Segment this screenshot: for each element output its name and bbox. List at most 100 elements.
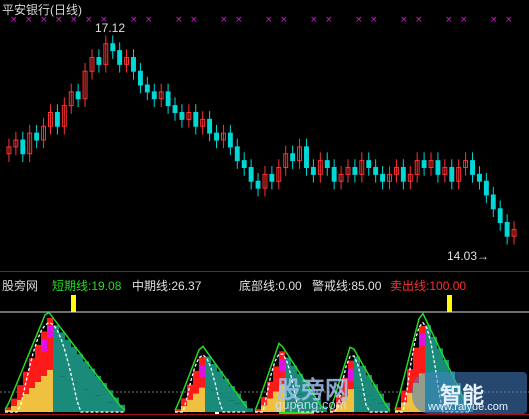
oscillator-block (23, 393, 29, 412)
legend-bottom: 底部线:0.00 (239, 277, 302, 294)
signal-bar (447, 295, 452, 312)
candle-body (366, 160, 372, 168)
candle-body (304, 146, 309, 168)
signal-marker: × (370, 15, 378, 25)
candle-body (497, 208, 503, 223)
candle-body (255, 180, 261, 189)
legend-short-term-value: 19.08 (91, 279, 122, 293)
candle-body (227, 132, 233, 148)
candle-body (131, 57, 136, 72)
oscillator-block (113, 397, 119, 406)
signal-marker: × (265, 15, 273, 25)
signal-marker: × (85, 15, 93, 25)
candle-body (373, 167, 379, 175)
signal-marker: × (190, 15, 198, 25)
candle-body (207, 118, 213, 134)
candle-body (96, 57, 102, 65)
oscillator-block (59, 376, 65, 412)
signal-marker: × (505, 15, 513, 25)
chart-title: 平安银行(日线) (2, 3, 82, 17)
signal-bar (71, 295, 76, 312)
candle-body (483, 180, 489, 196)
candle-body (380, 173, 386, 182)
signal-marker: × (220, 15, 228, 25)
oscillator-block (193, 370, 199, 394)
candle-body (179, 112, 185, 120)
legend-short-term: 短期线:19.08 (52, 277, 121, 294)
candle-body (400, 167, 406, 182)
candle-body (20, 139, 26, 155)
signal-marker: × (175, 15, 183, 25)
signal-marker: × (490, 15, 498, 25)
legend-sell-label: 卖出线: (390, 279, 430, 293)
signal-marker: × (130, 15, 138, 25)
low-price-label: 14.03→ (447, 249, 490, 263)
candle-body (421, 160, 427, 168)
oscillator-block (95, 395, 101, 412)
candle-body (193, 112, 199, 127)
legend-warning-label: 警戒线: (312, 279, 352, 293)
oscillator-block (360, 391, 366, 412)
oscillator-block (113, 405, 119, 412)
oscillator-block (419, 326, 425, 374)
candle-body (241, 160, 247, 168)
oscillator-block (211, 390, 217, 412)
candle-body (214, 132, 219, 141)
signal-marker: × (235, 15, 243, 25)
oscillator-block (65, 379, 71, 412)
oscillator-block (187, 384, 193, 400)
oscillator-block (89, 392, 95, 412)
signal-marker: × (325, 15, 333, 25)
oscillator-block (59, 332, 65, 377)
oscillator-block (223, 397, 229, 412)
oscillator-block (71, 346, 77, 383)
candle-body (54, 112, 60, 127)
candle-body (476, 173, 482, 182)
candle-body (165, 91, 171, 107)
oscillator-block (77, 354, 83, 386)
oscillator-block (47, 318, 53, 370)
oscillator-block (53, 372, 59, 412)
candle-body (331, 167, 337, 182)
oscillator-block (17, 399, 23, 412)
candle-body (248, 167, 254, 182)
oscillator-block (354, 356, 360, 388)
candle-body (504, 222, 510, 237)
candle-body (172, 105, 178, 113)
oscillator-block (199, 387, 205, 412)
logo-url: www.raiyue.com (428, 401, 509, 413)
stock-chart[interactable]: × × × × × × × × × × × × × × × × × × × × × × × × × (0, 0, 529, 419)
candle-body (117, 50, 123, 65)
oscillator-block (107, 402, 113, 412)
oscillator-block (47, 326, 53, 338)
oscillator-block (372, 399, 378, 412)
oscillator-block (229, 400, 235, 412)
candle-body (470, 160, 475, 175)
legend-short-term-label: 短期线: (52, 279, 92, 293)
high-price-label: 17.12 (95, 21, 126, 35)
legend-sell: 卖出线:100.00 (390, 277, 466, 294)
oscillator-block (247, 410, 253, 412)
legend-bottom-label: 底部线: (239, 279, 279, 293)
oscillator-block (267, 398, 273, 412)
oscillator-block (47, 369, 53, 412)
oscillator-block (29, 358, 35, 388)
oscillator-block (217, 371, 223, 394)
signal-marker: × (445, 15, 453, 25)
candle-body (449, 167, 455, 182)
bottom-axis-line (0, 414, 529, 415)
candle-body (137, 70, 143, 86)
legend-bottom-value: 0.00 (278, 279, 302, 293)
candle-body (490, 194, 496, 210)
oscillator-block (35, 344, 41, 382)
panel-divider (0, 271, 529, 272)
oscillator-block (229, 386, 235, 401)
oscillator-block (41, 331, 47, 376)
legend-mid-term: 中期线:26.37 (132, 277, 201, 294)
oscillator-block (247, 408, 253, 411)
candle-body (110, 43, 116, 52)
candle-body (144, 84, 150, 93)
oscillator-block (101, 398, 107, 412)
legend-mid-term-label: 中期线: (132, 279, 172, 293)
signal-marker: × (460, 15, 468, 25)
